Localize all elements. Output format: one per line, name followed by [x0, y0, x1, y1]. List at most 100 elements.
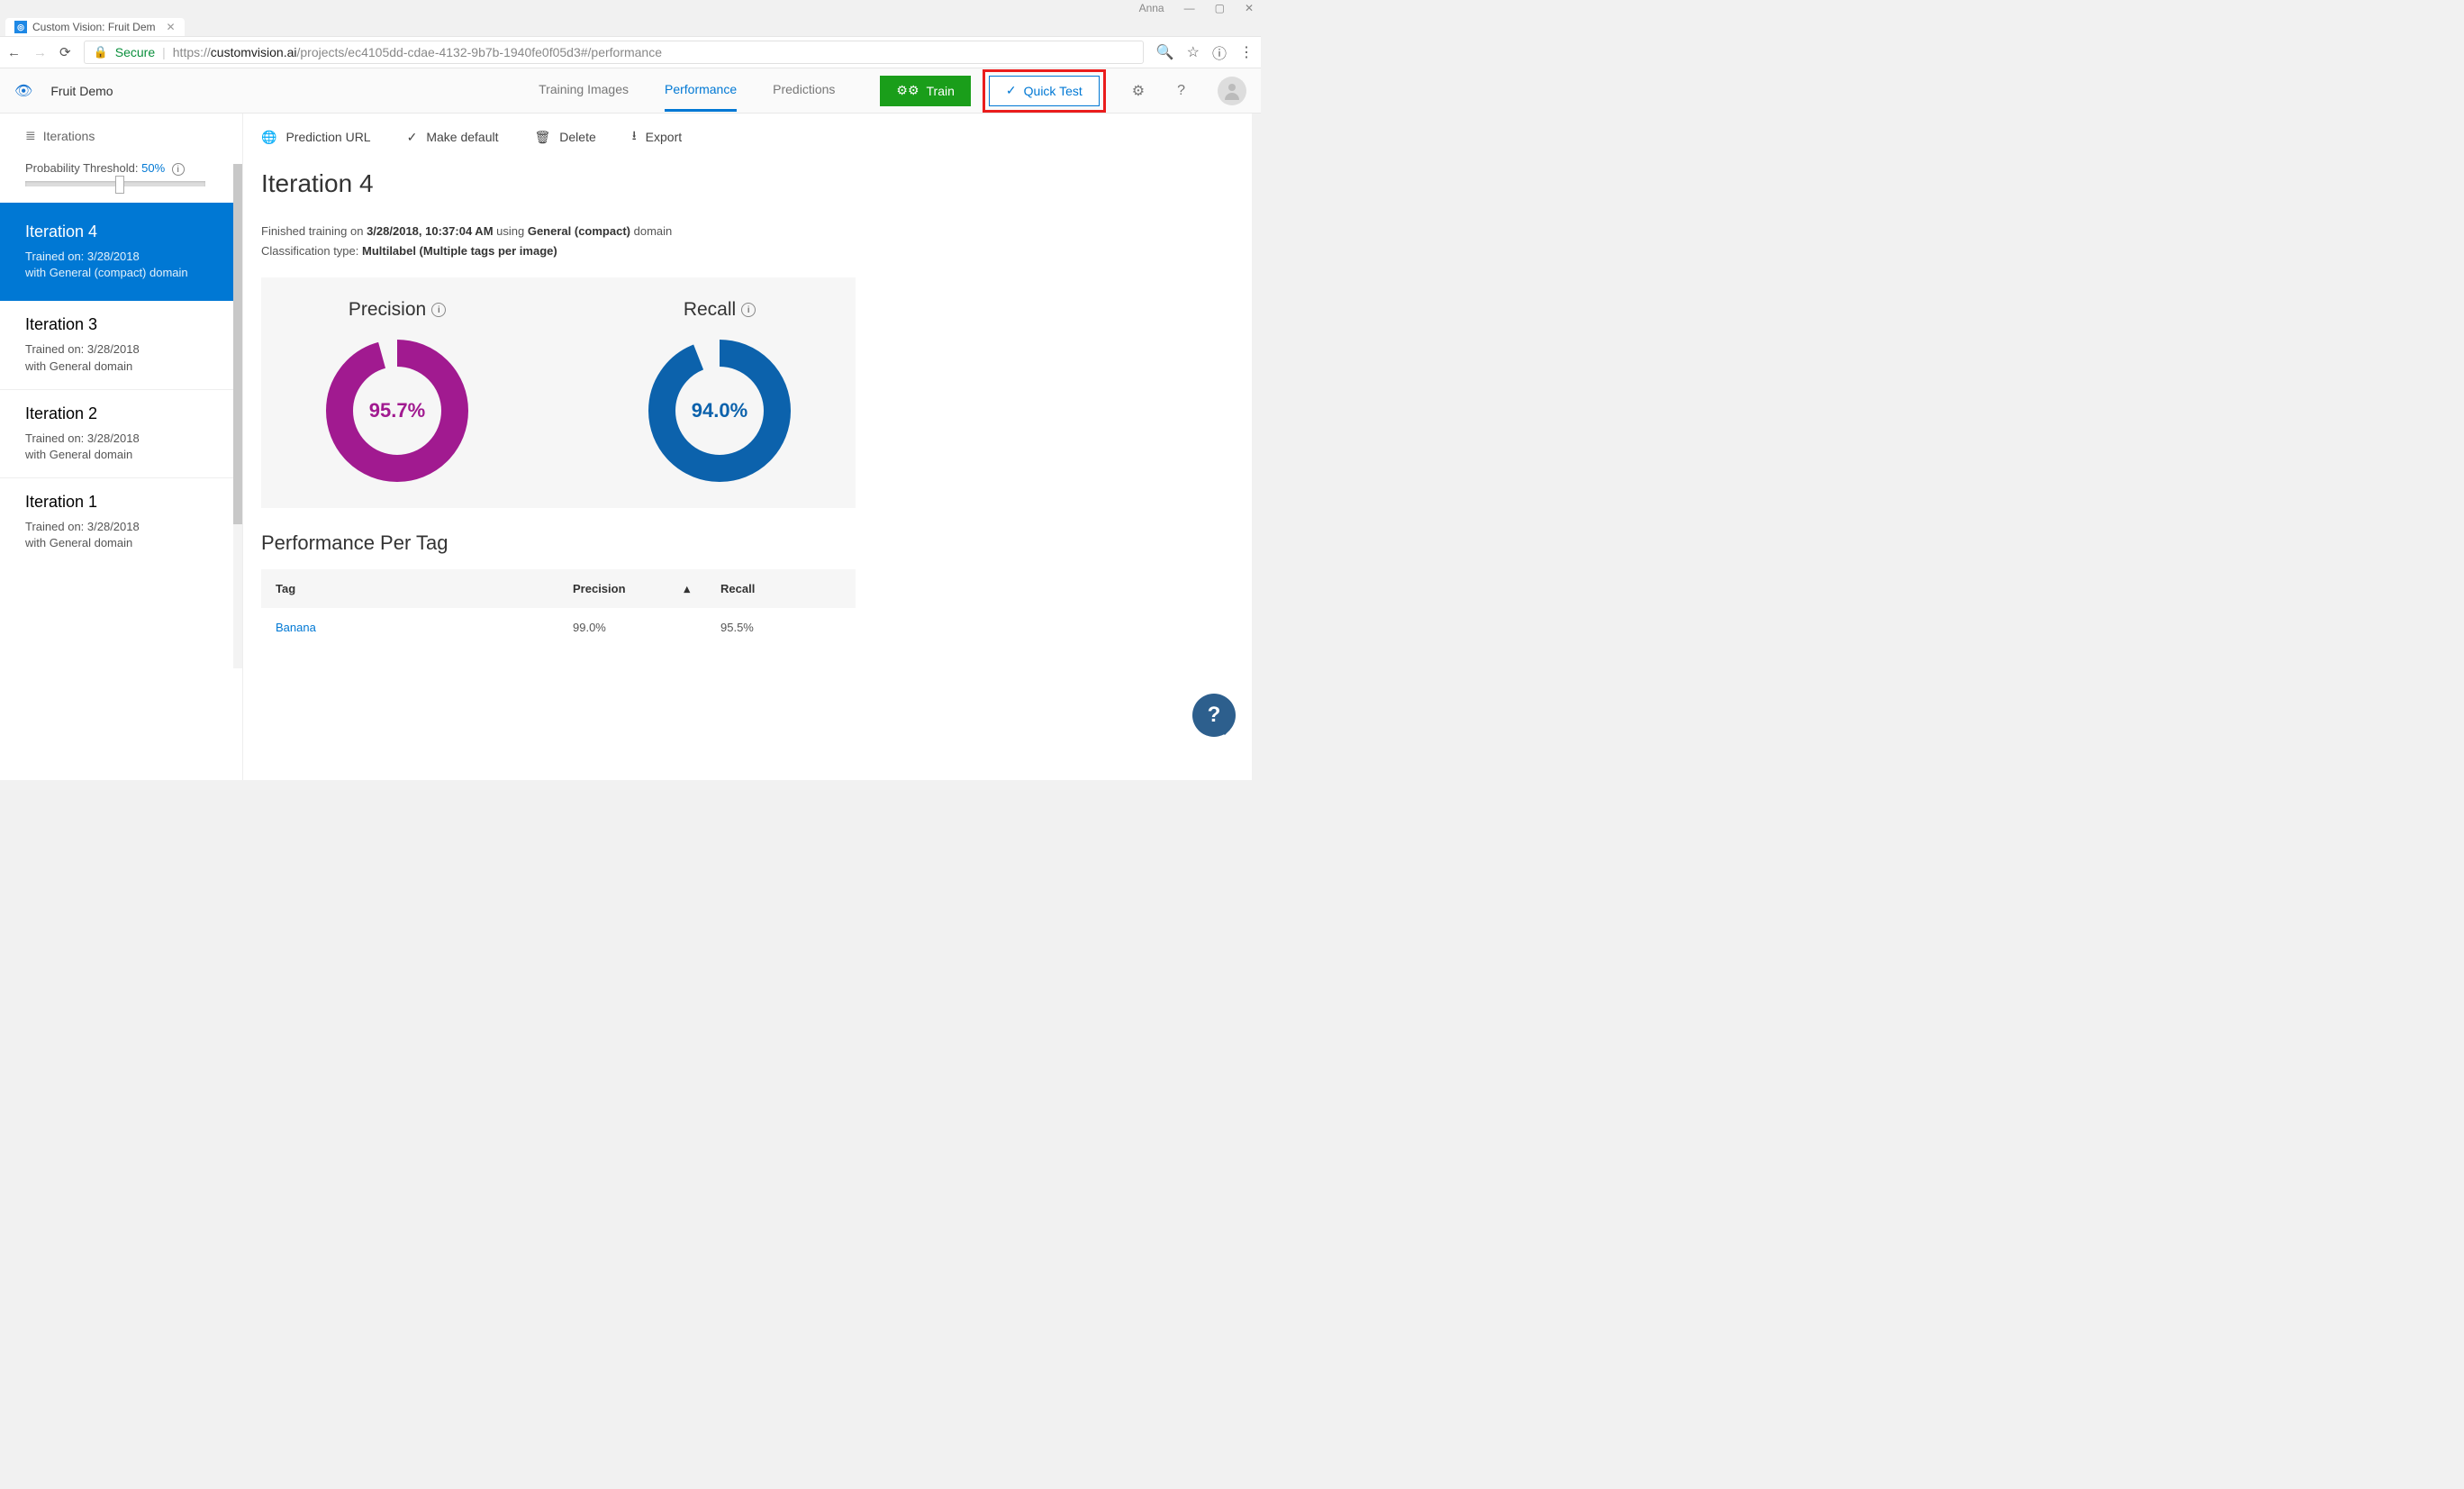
iteration-date: Trained on: 3/28/2018: [25, 519, 217, 535]
user-avatar[interactable]: [1218, 77, 1246, 105]
iteration-title: Iteration 1: [25, 493, 217, 512]
info-icon[interactable]: i: [741, 303, 756, 317]
export-button[interactable]: ⭳ Export: [632, 126, 682, 148]
favicon: ◎: [14, 21, 27, 33]
iteration-title: Iteration 3: [25, 315, 217, 334]
tool-label: Export: [646, 130, 682, 144]
zoom-icon[interactable]: 🔍: [1156, 43, 1174, 61]
sidebar: ≣ Iterations Probability Threshold: 50% …: [0, 113, 243, 780]
app-header: 👁 Fruit Demo Training Images Performance…: [0, 68, 1261, 113]
lock-icon: 🔒: [94, 45, 108, 59]
col-tag[interactable]: Tag: [261, 569, 558, 608]
quick-test-button[interactable]: ✓ Quick Test: [989, 76, 1100, 106]
check-icon: ✓: [407, 130, 418, 145]
meta-classification: Multilabel (Multiple tags per image): [362, 244, 557, 258]
info-icon[interactable]: i: [172, 163, 185, 176]
browser-toolbar: ← → ⟳ 🔒 Secure | https://customvision.ai…: [0, 36, 1261, 68]
iteration-toolbar: 🌐 Prediction URL ✓ Make default 🗑 Delete…: [243, 113, 1261, 160]
perf-table: Tag Precision▴ Recall Banana 99.0% 95.5%: [261, 569, 856, 647]
train-label: Train: [927, 84, 955, 98]
app-logo-icon: 👁: [14, 82, 32, 100]
iteration-date: Trained on: 3/28/2018: [25, 341, 217, 358]
browser-tabstrip: ◎ Custom Vision: Fruit Dem ✕: [0, 16, 1261, 36]
threshold-slider[interactable]: [25, 181, 205, 186]
meta-text: Finished training on: [261, 224, 367, 238]
threshold-label: Probability Threshold:: [25, 161, 139, 175]
forward-button[interactable]: →: [33, 45, 47, 60]
window-maximize[interactable]: ▢: [1215, 2, 1225, 14]
train-button[interactable]: ⚙⚙ Train: [880, 76, 971, 106]
sidebar-scrollbar[interactable]: [233, 164, 242, 668]
metric-value: 95.7%: [369, 399, 425, 422]
project-name: Fruit Demo: [50, 84, 113, 98]
iteration-item-3[interactable]: Iteration 3 Trained on: 3/28/2018 with G…: [0, 301, 242, 389]
iteration-domain: with General domain: [25, 535, 217, 551]
meta-date: 3/28/2018, 10:37:04 AM: [367, 224, 493, 238]
info-icon[interactable]: ⓘ: [1212, 41, 1227, 63]
sort-icon: ▴: [684, 582, 690, 596]
quick-test-label: Quick Test: [1024, 84, 1083, 98]
menu-icon[interactable]: ⋮: [1239, 43, 1254, 61]
recall-donut: 94.0%: [644, 335, 795, 486]
delete-button[interactable]: 🗑 Delete: [535, 126, 596, 148]
nav-performance[interactable]: Performance: [665, 69, 737, 112]
help-icon[interactable]: ?: [1177, 83, 1185, 99]
make-default-button[interactable]: ✓ Make default: [407, 126, 499, 148]
probability-threshold: Probability Threshold: 50% i: [0, 154, 242, 203]
main-scrollbar[interactable]: [1252, 113, 1261, 780]
iteration-item-2[interactable]: Iteration 2 Trained on: 3/28/2018 with G…: [0, 390, 242, 478]
tool-label: Delete: [559, 130, 595, 144]
layers-icon: ≣: [25, 128, 36, 143]
cell-precision: 99.0%: [558, 608, 706, 647]
tab-title: Custom Vision: Fruit Dem: [32, 21, 155, 33]
bookmark-icon[interactable]: ☆: [1187, 43, 1200, 61]
iteration-title: Iteration 4: [25, 222, 217, 241]
perf-per-tag-heading: Performance Per Tag: [261, 531, 1243, 555]
table-row[interactable]: Banana 99.0% 95.5%: [261, 608, 856, 647]
nav-training-images[interactable]: Training Images: [539, 69, 629, 112]
iterations-header: ≣ Iterations: [0, 113, 242, 154]
iteration-domain: with General (compact) domain: [25, 265, 217, 281]
back-button[interactable]: ←: [7, 45, 21, 60]
window-close[interactable]: ✕: [1245, 2, 1254, 14]
metrics-panel: Precisioni 95.7% Recalli: [261, 277, 856, 508]
page-title: Iteration 4: [261, 169, 1243, 198]
threshold-value: 50%: [141, 161, 165, 175]
iteration-meta: Finished training on 3/28/2018, 10:37:04…: [261, 222, 1243, 261]
main-content: 🌐 Prediction URL ✓ Make default 🗑 Delete…: [243, 113, 1261, 780]
tab-close-icon[interactable]: ✕: [166, 21, 175, 33]
col-recall[interactable]: Recall: [706, 569, 856, 608]
help-chat-button[interactable]: ?: [1192, 694, 1236, 737]
url-text: https://customvision.ai/projects/ec4105d…: [173, 45, 662, 59]
metric-label: Recall: [684, 299, 736, 321]
cell-tag[interactable]: Banana: [261, 608, 558, 647]
window-minimize[interactable]: —: [1184, 2, 1195, 14]
metric-value: 94.0%: [692, 399, 747, 422]
meta-text: using: [494, 224, 528, 238]
download-icon: ⭳: [632, 126, 637, 148]
col-precision[interactable]: Precision▴: [558, 569, 706, 608]
iteration-date: Trained on: 3/28/2018: [25, 249, 217, 265]
trash-icon: 🗑: [535, 130, 551, 145]
prediction-url-button[interactable]: 🌐 Prediction URL: [261, 126, 371, 148]
browser-tab[interactable]: ◎ Custom Vision: Fruit Dem ✕: [5, 18, 185, 36]
tool-label: Make default: [426, 130, 498, 144]
tool-label: Prediction URL: [285, 130, 370, 144]
window-titlebar: Anna — ▢ ✕: [0, 0, 1261, 16]
reload-button[interactable]: ⟳: [59, 44, 71, 60]
recall-metric: Recalli 94.0%: [644, 299, 795, 486]
info-icon[interactable]: i: [431, 303, 446, 317]
nav-predictions[interactable]: Predictions: [773, 69, 835, 112]
iterations-label: Iterations: [43, 129, 95, 143]
iteration-title: Iteration 2: [25, 404, 217, 423]
meta-domain: General (compact): [528, 224, 630, 238]
iteration-domain: with General domain: [25, 359, 217, 375]
metric-label: Precision: [349, 299, 426, 321]
iteration-date: Trained on: 3/28/2018: [25, 431, 217, 447]
settings-icon[interactable]: ⚙: [1132, 82, 1145, 100]
iteration-item-4[interactable]: Iteration 4 Trained on: 3/28/2018 with G…: [0, 203, 242, 301]
address-bar[interactable]: 🔒 Secure | https://customvision.ai/proje…: [84, 41, 1144, 64]
globe-icon: 🌐: [261, 130, 276, 145]
iteration-item-1[interactable]: Iteration 1 Trained on: 3/28/2018 with G…: [0, 478, 242, 566]
window-user: Anna: [1139, 2, 1164, 14]
